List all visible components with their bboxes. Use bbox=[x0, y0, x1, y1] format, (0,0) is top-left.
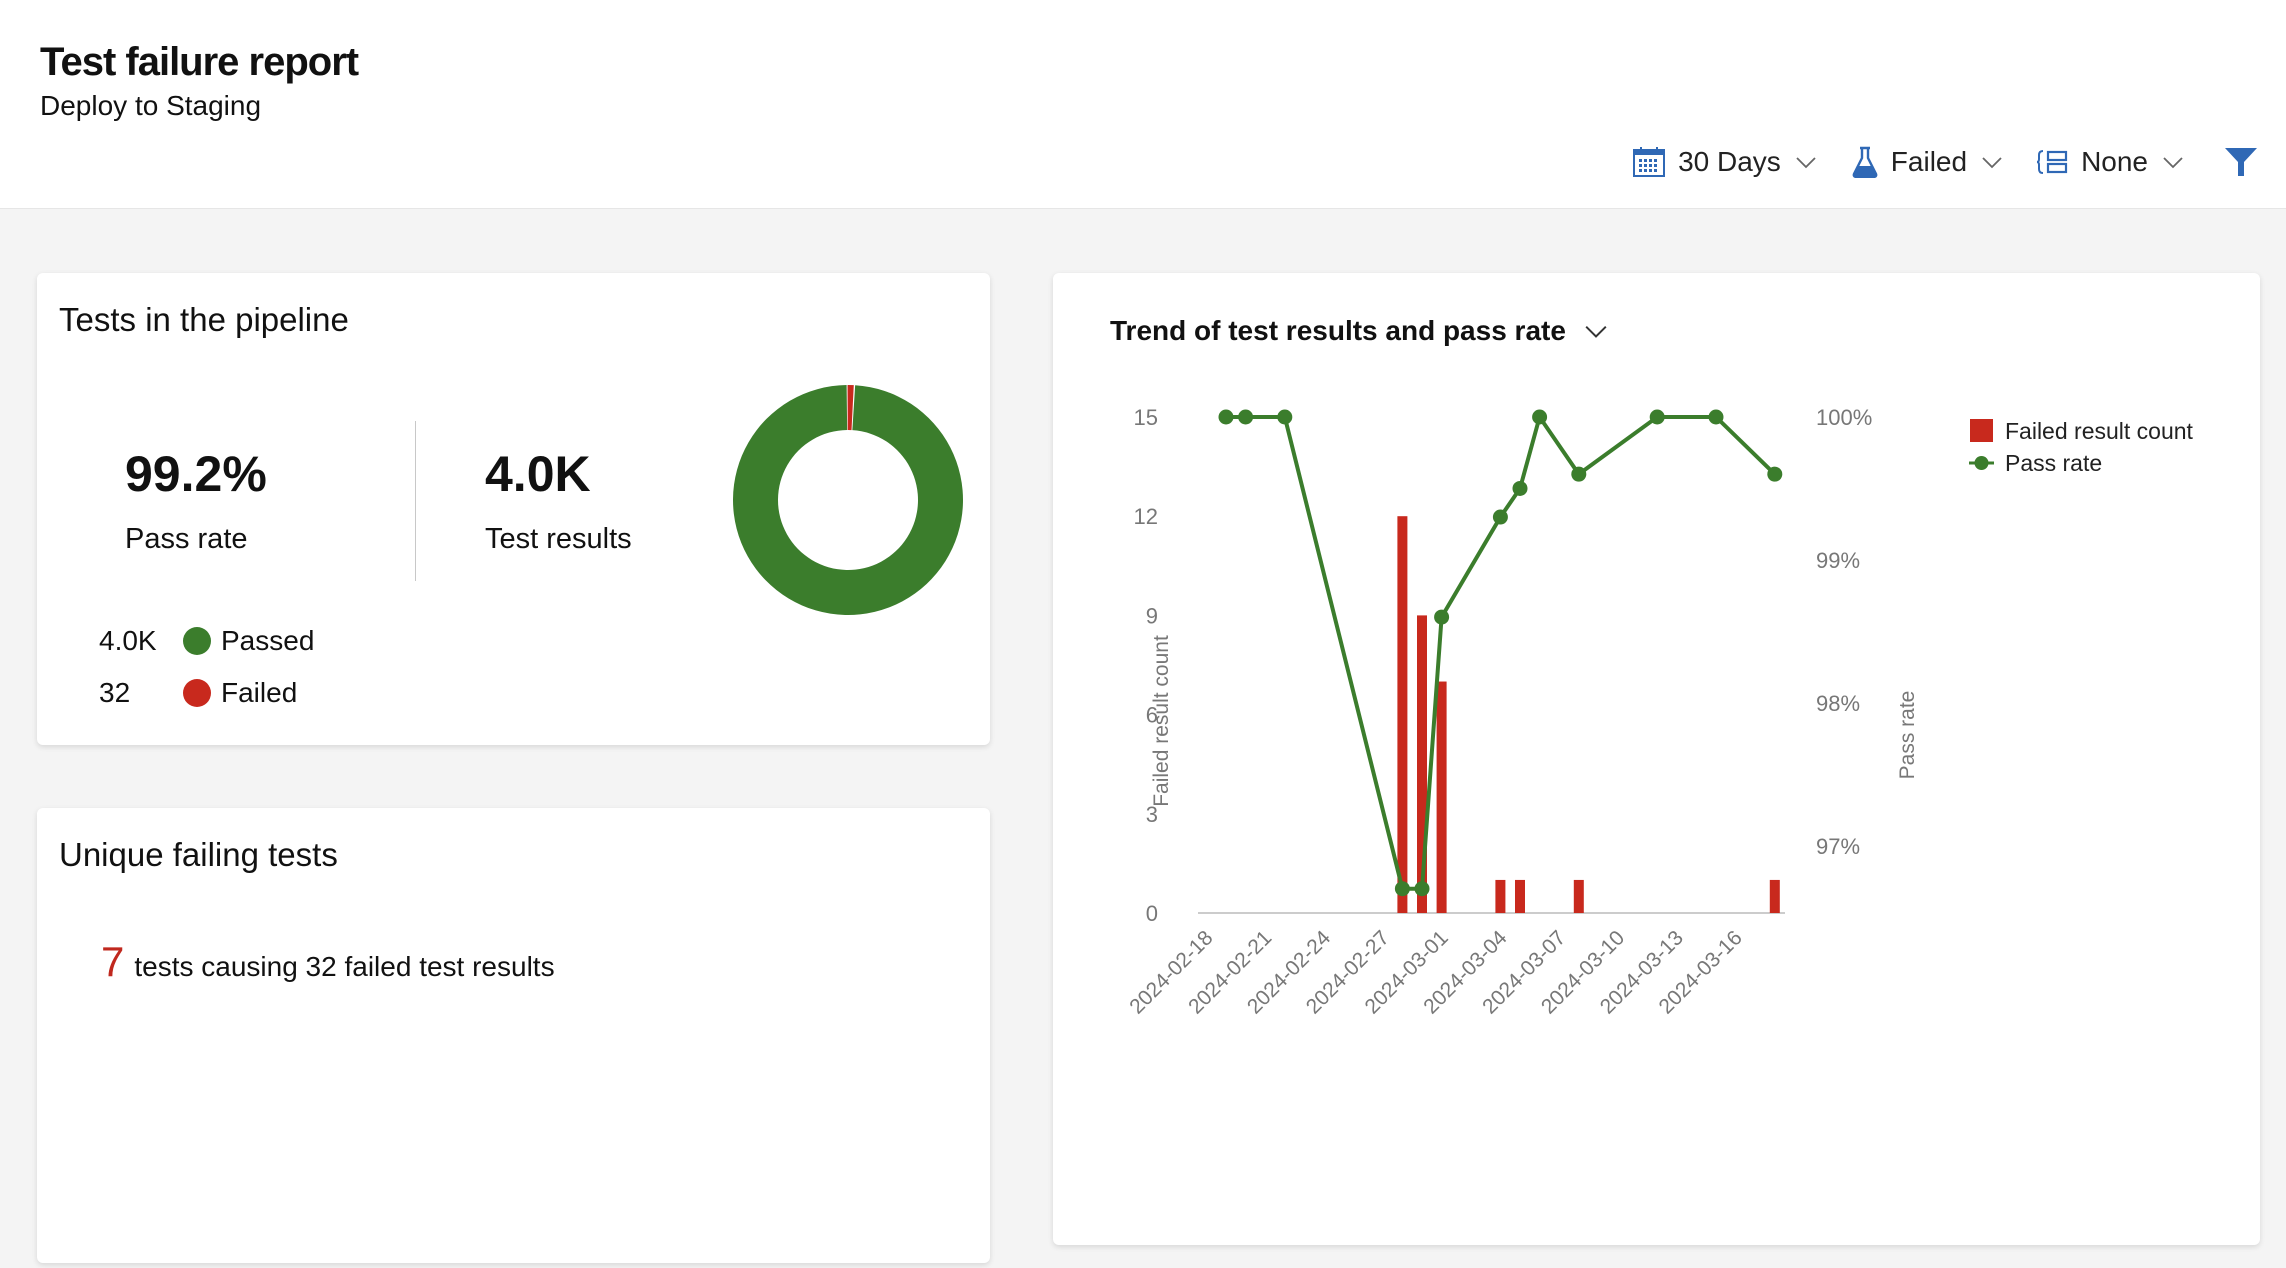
page-subtitle: Deploy to Staging bbox=[40, 90, 262, 121]
group-by-label: None bbox=[2081, 146, 2148, 177]
y-left-axis-title: Failed result count bbox=[1150, 635, 1173, 807]
failed-dot-icon bbox=[183, 679, 211, 707]
date-range-dropdown[interactable]: 30 Days bbox=[1632, 146, 1817, 178]
tests-in-pipeline-card: Tests in the pipeline 99.2% Pass rate 4.… bbox=[37, 273, 990, 745]
pass-rate-point bbox=[1394, 881, 1410, 897]
failed-label: Failed bbox=[221, 677, 298, 708]
pass-rate-point bbox=[1708, 409, 1724, 425]
y-right-tick-label: 97% bbox=[1816, 834, 1860, 859]
pass-rate-label: Pass rate bbox=[125, 523, 248, 555]
pass-fail-donut bbox=[733, 385, 963, 615]
bar-failed-count bbox=[1397, 516, 1408, 913]
y-left-tick-label: 15 bbox=[1134, 405, 1158, 430]
bar-failed-count bbox=[1495, 879, 1506, 913]
pass-rate-point bbox=[1767, 466, 1783, 482]
y-left-tick-label: 12 bbox=[1134, 504, 1158, 529]
test-results-label: Test results bbox=[485, 523, 632, 555]
outcome-dropdown[interactable]: Failed bbox=[1851, 146, 2003, 178]
passed-label: Passed bbox=[221, 625, 315, 656]
y-right-tick-label: 100% bbox=[1816, 405, 1872, 430]
pass-rate-point bbox=[1492, 509, 1508, 525]
y-left-tick-label: 0 bbox=[1146, 901, 1158, 926]
trend-chart: 0369121597%98%99%100%Failed result count… bbox=[1125, 405, 2194, 1018]
legend-point-pass-rate bbox=[1974, 456, 1989, 470]
pass-rate-point bbox=[1512, 480, 1528, 496]
pass-rate-line bbox=[1226, 412, 1777, 891]
page-header: Test failure report Deploy to Staging 30… bbox=[0, 0, 2286, 209]
pass-rate-point bbox=[1532, 409, 1548, 425]
unique-failing-summary: 7 tests causing 32 failed test results bbox=[101, 938, 555, 986]
bar-failed-count bbox=[1573, 879, 1584, 913]
filter-icon bbox=[2225, 148, 2257, 176]
calendar-icon bbox=[1633, 147, 1666, 177]
legend-swatch-failed bbox=[1970, 419, 1993, 442]
legend-label-failed: Failed result count bbox=[2005, 418, 2194, 444]
y-right-tick-label: 99% bbox=[1816, 548, 1860, 573]
date-range-label: 30 Days bbox=[1678, 146, 1781, 177]
pass-rate-point bbox=[1218, 409, 1234, 425]
pass-rate-point bbox=[1571, 466, 1587, 482]
chevron-down-icon bbox=[1982, 157, 2002, 169]
unique-failing-text: tests causing 32 failed test results bbox=[134, 951, 555, 982]
y-right-tick-label: 98% bbox=[1816, 691, 1860, 716]
legend-failed: 32 Failed bbox=[99, 677, 297, 709]
flask-icon bbox=[1852, 146, 1878, 178]
unique-failing-tests-card: Unique failing tests 7 tests causing 32 f… bbox=[37, 808, 990, 1263]
filter-button[interactable] bbox=[2224, 146, 2258, 178]
bar-failed-count bbox=[1436, 681, 1447, 913]
failed-count: 32 bbox=[99, 677, 131, 708]
pass-rate-point bbox=[1649, 409, 1665, 425]
y-left-tick-label: 9 bbox=[1146, 603, 1158, 628]
outcome-label: Failed bbox=[1890, 146, 1968, 177]
bar-failed-count bbox=[1515, 879, 1525, 913]
group-by-icon bbox=[2037, 150, 2068, 174]
group-by-dropdown[interactable]: None bbox=[2037, 146, 2184, 178]
passed-dot-icon bbox=[183, 627, 211, 655]
pass-rate-value: 99.2% bbox=[125, 446, 267, 502]
trend-chart-card: Trend of test results and pass rate 0369… bbox=[1053, 273, 2260, 1245]
chevron-down-icon bbox=[2163, 157, 2183, 169]
legend-passed: 4.0K Passed bbox=[99, 625, 314, 657]
card-title: Tests in the pipeline bbox=[59, 301, 349, 338]
divider bbox=[415, 421, 416, 581]
chevron-down-icon bbox=[1796, 157, 1816, 169]
passed-count: 4.0K bbox=[99, 625, 157, 656]
page-title: Test failure report bbox=[40, 40, 359, 84]
legend-label-pass-rate: Pass rate bbox=[2005, 450, 2102, 476]
pass-rate-point bbox=[1277, 409, 1293, 425]
test-results-value: 4.0K bbox=[485, 446, 591, 502]
pass-rate-point bbox=[1434, 609, 1450, 625]
pass-rate-point bbox=[1238, 409, 1254, 425]
card-title: Unique failing tests bbox=[59, 836, 338, 873]
bar-failed-count bbox=[1769, 879, 1780, 913]
y-right-axis-title: Pass rate bbox=[1896, 691, 1919, 780]
unique-failing-count[interactable]: 7 bbox=[101, 938, 124, 985]
pass-rate-point bbox=[1414, 881, 1430, 897]
filter-bar: 30 Days Failed None bbox=[1598, 146, 2258, 178]
